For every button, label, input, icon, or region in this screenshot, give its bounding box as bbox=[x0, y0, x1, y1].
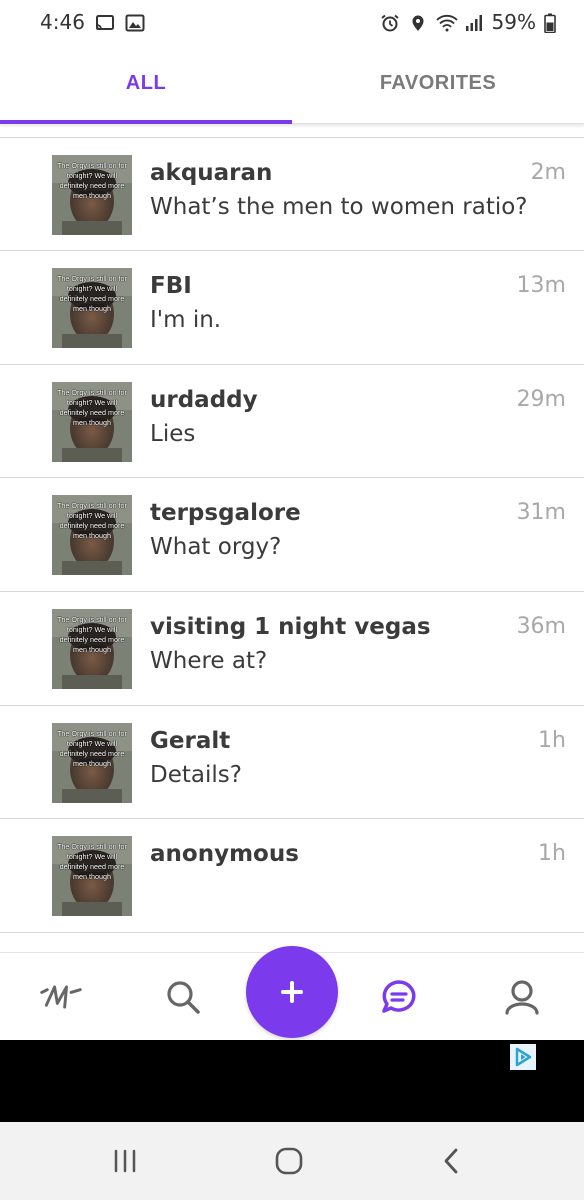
thumbnail-image: The Orgy is still on for tonight? We wil… bbox=[52, 154, 132, 235]
signal-icon bbox=[464, 13, 484, 31]
search-icon[interactable] bbox=[161, 975, 205, 1019]
message-text: I'm in. bbox=[150, 307, 222, 334]
compose-button[interactable] bbox=[246, 946, 338, 1038]
home-logo-icon[interactable] bbox=[39, 975, 83, 1019]
alarm-icon bbox=[380, 13, 400, 32]
thumbnail-image: The Orgy is still on for tonight? We wil… bbox=[52, 268, 132, 349]
image-icon bbox=[125, 13, 145, 32]
adchoices-icon[interactable] bbox=[510, 1044, 536, 1070]
message-time: 36m bbox=[516, 613, 566, 639]
plus-icon bbox=[281, 981, 303, 1003]
location-icon bbox=[408, 13, 428, 31]
message-text: What orgy? bbox=[150, 534, 282, 561]
list-item[interactable]: The Orgy is still on for tonight? We wil… bbox=[0, 125, 584, 138]
battery-icon bbox=[544, 13, 556, 34]
list-item[interactable]: The Orgy is still on for tonight? We wil… bbox=[0, 138, 584, 252]
list-item[interactable]: The Orgy is still on for tonight? We wil… bbox=[0, 478, 584, 592]
thumbnail-image: The Orgy is still on for tonight? We wil… bbox=[52, 722, 132, 803]
bottom-nav bbox=[0, 946, 584, 1040]
message-time: 1h bbox=[538, 841, 566, 867]
list-item[interactable]: The Orgy is still on for tonight? We wil… bbox=[0, 365, 584, 479]
thumbnail-image: The Orgy is still on for tonight? We wil… bbox=[52, 836, 132, 917]
system-nav-bar bbox=[0, 1122, 584, 1200]
message-text: Details? bbox=[150, 761, 242, 788]
sender-name: urdaddy bbox=[150, 386, 258, 413]
message-time: 13m bbox=[516, 273, 566, 299]
thumbnail-caption: The Orgy is still on for tonight? We wil… bbox=[57, 842, 127, 882]
recent-apps-icon[interactable] bbox=[105, 1144, 145, 1178]
message-text: Lies bbox=[150, 420, 196, 447]
list-item[interactable]: The Orgy is still on for tonight? We wil… bbox=[0, 251, 584, 365]
message-time: 1h bbox=[538, 727, 566, 753]
tab-all[interactable]: ALL bbox=[0, 44, 292, 124]
tab-favorites[interactable]: FAVORITES bbox=[292, 44, 584, 123]
thumbnail-caption: The Orgy is still on for tonight? We wil… bbox=[57, 501, 127, 541]
thumbnail-caption: The Orgy is still on for tonight? We wil… bbox=[57, 614, 127, 654]
list-item[interactable]: The Orgy is still on for tonight? We wil… bbox=[0, 706, 584, 820]
message-time: 29m bbox=[516, 386, 566, 412]
message-list[interactable]: The Orgy is still on for tonight? We wil… bbox=[0, 125, 584, 952]
ad-banner[interactable] bbox=[0, 1040, 584, 1122]
message-text: Where at? bbox=[150, 647, 268, 674]
thumbnail-caption: The Orgy is still on for tonight? We wil… bbox=[57, 387, 127, 427]
wifi-icon bbox=[435, 13, 458, 32]
battery-percent: 59% bbox=[491, 10, 536, 34]
profile-icon[interactable] bbox=[500, 975, 544, 1019]
back-icon[interactable] bbox=[432, 1144, 472, 1178]
thumbnail-image: The Orgy is still on for tonight? We wil… bbox=[52, 608, 132, 689]
cast-icon bbox=[95, 13, 115, 31]
home-button-icon[interactable] bbox=[269, 1144, 309, 1178]
status-bar: 4:46 59% bbox=[0, 0, 584, 44]
sender-name: Geralt bbox=[150, 727, 231, 754]
message-time: 31m bbox=[516, 500, 566, 526]
thumbnail-caption: The Orgy is still on for tonight? We wil… bbox=[57, 274, 127, 314]
list-item[interactable]: The Orgy is still on for tonight? We wil… bbox=[0, 592, 584, 706]
sender-name: anonymous bbox=[150, 841, 299, 868]
chat-icon[interactable] bbox=[377, 975, 421, 1019]
sender-name: terpsgalore bbox=[150, 500, 301, 527]
sender-name: akquaran bbox=[150, 159, 273, 186]
message-time: 2m bbox=[530, 159, 566, 185]
thumbnail-caption: The Orgy is still on for tonight? We wil… bbox=[57, 728, 127, 768]
tab-bar: ALL FAVORITES bbox=[0, 44, 584, 124]
thumbnail-image: The Orgy is still on for tonight? We wil… bbox=[52, 381, 132, 462]
sender-name: FBI bbox=[150, 273, 192, 300]
thumbnail-caption: The Orgy is still on for tonight? We wil… bbox=[57, 160, 127, 200]
thumbnail-image: The Orgy is still on for tonight? We wil… bbox=[52, 495, 132, 576]
list-item[interactable]: The Orgy is still on for tonight? We wil… bbox=[0, 819, 584, 933]
sender-name: visiting 1 night vegas bbox=[150, 613, 431, 640]
message-text: What’s the men to women ratio? bbox=[150, 193, 528, 220]
status-time: 4:46 bbox=[40, 10, 85, 34]
